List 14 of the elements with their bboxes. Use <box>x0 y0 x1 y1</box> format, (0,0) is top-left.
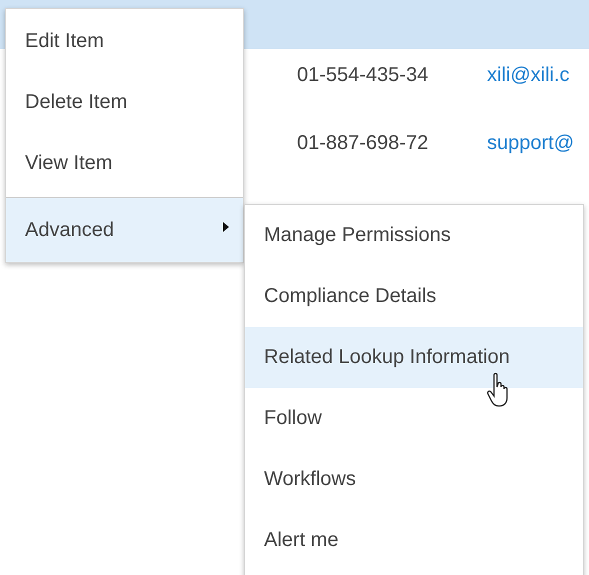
phone-number: 01-887-698-72 <box>297 132 430 155</box>
menu-item[interactable]: Related Lookup Information <box>245 327 583 388</box>
menu-item[interactable]: Edit Item <box>6 11 243 72</box>
phone-number: 01-554-435-34 <box>297 64 430 86</box>
email-link[interactable]: support@ <box>487 132 574 155</box>
menu-item[interactable]: Workflows <box>245 449 583 510</box>
menu-item[interactable]: Manage Permissions <box>245 205 583 266</box>
menu-item[interactable]: Advanced <box>6 198 243 262</box>
menu-item[interactable]: Delete Item <box>6 72 243 133</box>
menu-item[interactable]: Alert me <box>245 510 583 571</box>
email-link[interactable]: xili@xili.c <box>487 64 570 86</box>
menu-item[interactable]: Compliance Details <box>245 266 583 327</box>
menu-item[interactable]: Follow <box>245 388 583 449</box>
menu-item[interactable]: View Item <box>6 133 243 194</box>
